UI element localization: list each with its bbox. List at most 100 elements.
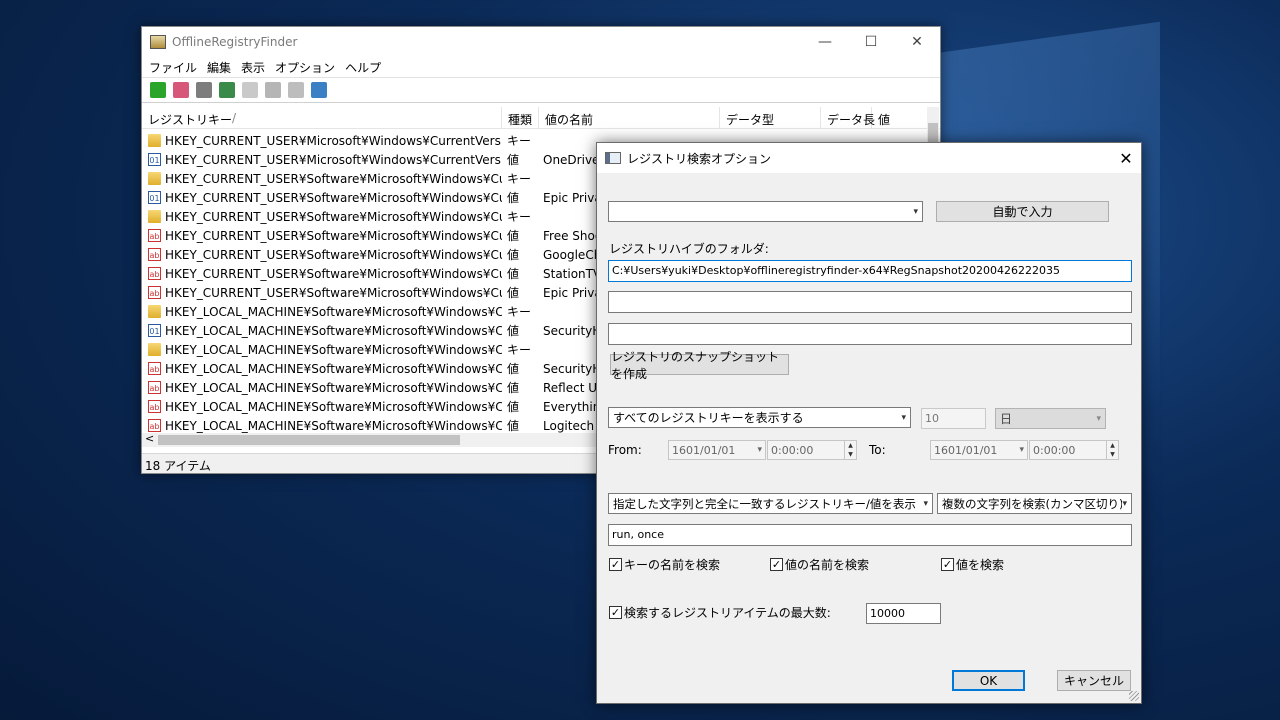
chevron-down-icon: ▾ bbox=[1122, 498, 1127, 509]
match-mode-value: 指定した文字列と完全に一致するレジストリキー/値を表示 bbox=[613, 496, 916, 511]
menu-help[interactable]: ヘルプ bbox=[340, 59, 386, 76]
from-time-picker[interactable]: 0:00:00 ▲ ▼ bbox=[767, 440, 857, 460]
search-text-input[interactable]: run, once bbox=[608, 524, 1132, 546]
search-value-name-checkbox[interactable]: ✓ 値の名前を検索 bbox=[770, 556, 869, 573]
checkbox-check-icon: ✓ bbox=[609, 606, 622, 619]
col-value[interactable]: 値 bbox=[872, 107, 932, 128]
string-value-icon: ab bbox=[148, 419, 161, 432]
snapshot-icon[interactable] bbox=[173, 82, 189, 98]
from-date-picker[interactable]: 1601/01/01 ▾ bbox=[668, 440, 766, 460]
calendar-dropdown-icon[interactable]: ▾ bbox=[757, 445, 762, 455]
from-label: From: bbox=[608, 443, 642, 457]
multi-mode-value: 複数の文字列を検索(カンマ区切り) bbox=[942, 496, 1123, 511]
close-button[interactable]: ✕ bbox=[894, 27, 940, 57]
search-value-checkbox[interactable]: ✓ 値を検索 bbox=[941, 556, 1004, 573]
time-filter-combo[interactable]: すべてのレジストリキーを表示する ▾ bbox=[608, 407, 911, 428]
chevron-down-icon: ▾ bbox=[901, 412, 906, 423]
string-value-icon: ab bbox=[148, 400, 161, 413]
calendar-dropdown-icon[interactable]: ▾ bbox=[1019, 445, 1024, 455]
string-value-icon: ab bbox=[148, 362, 161, 375]
col-registry-key-label: レジストリキー bbox=[148, 113, 233, 127]
scroll-left-icon[interactable]: < bbox=[145, 432, 154, 445]
dialog-icon bbox=[605, 152, 621, 164]
search-options-dialog: レジストリ検索オプション ✕ ▾ 自動で入力 レジストリハイブのフォルダ: C:… bbox=[596, 142, 1142, 704]
extra-path-input-1[interactable] bbox=[608, 291, 1132, 313]
hive-folder-input[interactable]: C:¥Users¥yuki¥Desktop¥offlineregistryfin… bbox=[608, 260, 1132, 282]
minimize-button[interactable]: — bbox=[802, 27, 848, 57]
source-combo[interactable]: ▾ bbox=[608, 201, 923, 222]
checkbox-check-icon: ✓ bbox=[609, 558, 622, 571]
exit-icon[interactable] bbox=[311, 82, 327, 98]
main-titlebar[interactable]: OfflineRegistryFinder — ☐ ✕ bbox=[142, 27, 940, 57]
row-key: HKEY_LOCAL_MACHINE¥Software¥Microsoft¥Wi… bbox=[165, 342, 502, 357]
row-value-name: Reflect UI bbox=[543, 380, 601, 395]
auto-fill-button[interactable]: 自動で入力 bbox=[936, 201, 1109, 222]
to-time-picker[interactable]: 0:00:00 ▲ ▼ bbox=[1029, 440, 1119, 460]
row-type: 値 bbox=[507, 248, 520, 262]
row-key: HKEY_LOCAL_MACHINE¥Software¥Microsoft¥Wi… bbox=[165, 361, 502, 376]
window-title: OfflineRegistryFinder bbox=[172, 35, 298, 49]
create-snapshot-button[interactable]: レジストリのスナップショットを作成 bbox=[610, 350, 789, 381]
menu-file[interactable]: ファイル bbox=[144, 59, 202, 76]
find-icon[interactable] bbox=[288, 82, 304, 98]
match-mode-combo[interactable]: 指定した文字列と完全に一致するレジストリキー/値を表示 ▾ bbox=[608, 493, 933, 514]
hive-folder-label: レジストリハイブのフォルダ: bbox=[609, 242, 769, 256]
toolbar bbox=[142, 77, 940, 103]
maximize-button[interactable]: ☐ bbox=[848, 27, 894, 57]
multi-mode-combo[interactable]: 複数の文字列を検索(カンマ区切り) ▾ bbox=[937, 493, 1132, 514]
spin-icon[interactable]: ▲ ▼ bbox=[844, 441, 856, 459]
col-type[interactable]: 種類 bbox=[502, 107, 539, 128]
spin-icon[interactable]: ▲ ▼ bbox=[1106, 441, 1118, 459]
resize-grip-icon[interactable] bbox=[1129, 691, 1139, 701]
refresh-icon[interactable] bbox=[219, 82, 235, 98]
checkbox-check-icon: ✓ bbox=[770, 558, 783, 571]
from-date-value: 1601/01/01 bbox=[672, 443, 736, 457]
string-value-icon: ab bbox=[148, 248, 161, 261]
row-type: 値 bbox=[507, 419, 520, 433]
row-key: HKEY_LOCAL_MACHINE¥Software¥Microsoft¥Wi… bbox=[165, 399, 502, 414]
dialog-close-button[interactable]: ✕ bbox=[1111, 149, 1141, 168]
row-key: HKEY_LOCAL_MACHINE¥Software¥Microsoft¥Wi… bbox=[165, 304, 502, 319]
extra-path-input-2[interactable] bbox=[608, 323, 1132, 345]
properties-icon[interactable] bbox=[265, 82, 281, 98]
new-search-icon[interactable] bbox=[150, 82, 166, 98]
dialog-title: レジストリ検索オプション bbox=[627, 151, 772, 166]
search-key-name-checkbox[interactable]: ✓ キーの名前を検索 bbox=[609, 556, 720, 573]
row-type: 値 bbox=[507, 229, 520, 243]
row-key: HKEY_CURRENT_USER¥Software¥Microsoft¥Win… bbox=[165, 209, 502, 224]
dialog-titlebar[interactable]: レジストリ検索オプション ✕ bbox=[597, 143, 1141, 173]
to-label: To: bbox=[869, 443, 886, 457]
copy-icon[interactable] bbox=[242, 82, 258, 98]
folder-icon bbox=[148, 343, 161, 356]
max-items-input[interactable]: 10000 bbox=[866, 603, 941, 624]
menu-view[interactable]: 表示 bbox=[236, 59, 270, 76]
from-time-value: 0:00:00 bbox=[771, 443, 814, 457]
ok-button[interactable]: OK bbox=[952, 670, 1025, 691]
menu-edit[interactable]: 編集 bbox=[202, 59, 236, 76]
col-registry-key[interactable]: レジストリキー / bbox=[142, 107, 502, 128]
col-value-name[interactable]: 値の名前 bbox=[539, 107, 720, 128]
col-data-type[interactable]: データ型 bbox=[720, 107, 821, 128]
row-type: キー bbox=[507, 172, 532, 186]
time-filter-value: すべてのレジストリキーを表示する bbox=[613, 411, 804, 425]
binary-value-icon: 01 bbox=[148, 324, 161, 337]
time-amount-input[interactable]: 10 bbox=[921, 408, 986, 429]
max-items-label: 検索するレジストリアイテムの最大数: bbox=[624, 606, 831, 620]
to-date-picker[interactable]: 1601/01/01 ▾ bbox=[930, 440, 1028, 460]
folder-icon bbox=[148, 172, 161, 185]
time-unit-combo[interactable]: 日 ▾ bbox=[995, 408, 1106, 429]
row-key: HKEY_CURRENT_USER¥Software¥Microsoft¥Win… bbox=[165, 190, 502, 205]
max-items-checkbox[interactable]: ✓ 検索するレジストリアイテムの最大数: bbox=[609, 604, 831, 621]
folder-icon bbox=[148, 134, 161, 147]
save-icon[interactable] bbox=[196, 82, 212, 98]
string-value-icon: ab bbox=[148, 229, 161, 242]
row-type: キー bbox=[507, 305, 532, 319]
menu-options[interactable]: オプション bbox=[270, 59, 340, 76]
binary-value-icon: 01 bbox=[148, 191, 161, 204]
col-data-length[interactable]: データ長 bbox=[821, 107, 875, 128]
cancel-button[interactable]: キャンセル bbox=[1057, 670, 1131, 691]
folder-icon bbox=[148, 210, 161, 223]
row-type: 値 bbox=[507, 381, 520, 395]
search-key-name-label: キーの名前を検索 bbox=[624, 558, 721, 572]
row-key: HKEY_CURRENT_USER¥Software¥Microsoft¥Win… bbox=[165, 285, 502, 300]
